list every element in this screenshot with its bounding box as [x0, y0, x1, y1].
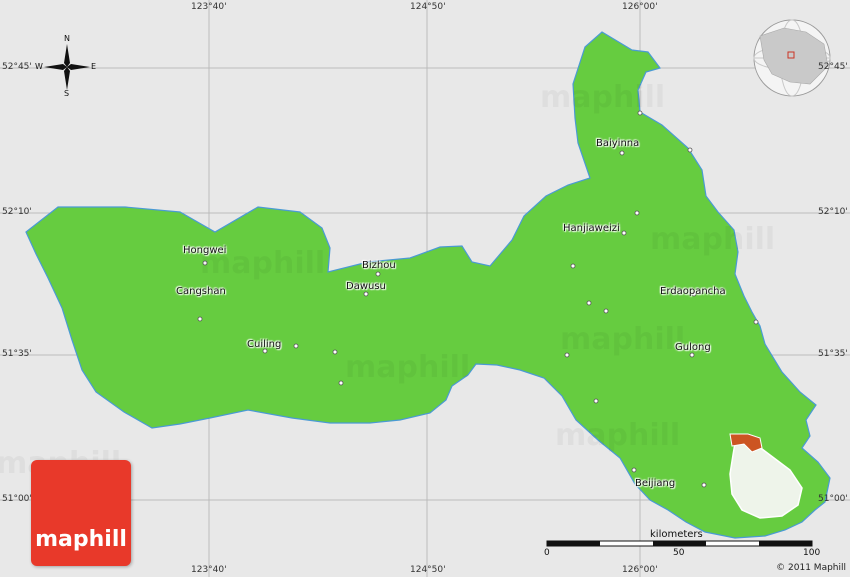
- lon-label-top: 124°50': [410, 2, 446, 12]
- compass-south: S: [64, 89, 70, 98]
- lat-label-right: 52°10': [818, 207, 848, 217]
- watermark: maphill: [540, 80, 665, 115]
- maphill-logo[interactable]: maphill: [31, 460, 131, 566]
- watermark: maphill: [555, 418, 680, 453]
- city-label[interactable]: Bizhou: [362, 260, 396, 271]
- city-label[interactable]: Hanjiaweizi: [563, 223, 620, 234]
- logo-text: maphill: [35, 527, 127, 552]
- lon-label-top: 126°00': [622, 2, 658, 12]
- lat-label-right: 51°00': [818, 494, 848, 504]
- scale-tick-label: 100: [803, 548, 821, 558]
- lon-label-bottom: 124°50': [410, 565, 446, 575]
- compass-west: W: [35, 62, 43, 71]
- watermark: maphill: [345, 350, 470, 385]
- city-label[interactable]: Baiyinna: [596, 138, 639, 149]
- scale-tick-label: 0: [544, 548, 550, 558]
- lat-label-left: 51°00': [2, 494, 32, 504]
- scale-bar: [546, 540, 813, 547]
- city-label[interactable]: Dawusu: [346, 281, 386, 292]
- lat-label-left: 51°35': [2, 349, 32, 359]
- watermark: maphill: [650, 222, 775, 257]
- map-view[interactable]: maphill maphill maphill maphill maphill …: [0, 0, 850, 577]
- city-label[interactable]: Erdaopancha: [660, 286, 726, 297]
- compass-icon: [44, 44, 90, 90]
- copyright-text: © 2011 Maphill: [776, 563, 846, 573]
- region-shape[interactable]: [25, 31, 831, 539]
- lat-label-left: 52°10': [2, 207, 32, 217]
- city-label[interactable]: Beijiang: [635, 478, 675, 489]
- lon-label-top: 123°40': [191, 2, 227, 12]
- city-label[interactable]: Cuiling: [247, 339, 281, 350]
- compass-east: E: [91, 62, 97, 71]
- compass-north: N: [64, 34, 70, 43]
- globe-icon: [753, 19, 831, 97]
- city-label[interactable]: Gulong: [675, 342, 711, 353]
- scale-tick-label: 50: [673, 548, 685, 558]
- city-label[interactable]: Hongwei: [183, 245, 226, 256]
- lat-label-right: 51°35': [818, 349, 848, 359]
- lat-label-right: 52°45': [818, 62, 848, 72]
- lon-label-bottom: 126°00': [622, 565, 658, 575]
- scale-unit-label: kilometers: [650, 529, 703, 540]
- lon-label-bottom: 123°40': [191, 565, 227, 575]
- watermark: maphill: [560, 322, 685, 357]
- city-label[interactable]: Cangshan: [176, 286, 226, 297]
- lat-label-left: 52°45': [2, 62, 32, 72]
